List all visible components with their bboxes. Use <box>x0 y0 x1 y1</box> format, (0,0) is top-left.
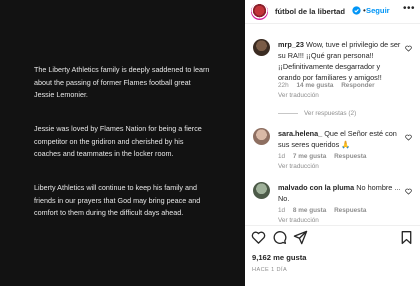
actions-divider <box>245 225 420 226</box>
comment-likes[interactable]: 7 me gusta <box>293 153 326 160</box>
comment-likes[interactable]: 8 me gusta <box>293 207 326 214</box>
comment-likes[interactable]: 14 me gusta <box>296 82 333 89</box>
verified-badge-icon <box>352 6 361 15</box>
like-comment-icon[interactable] <box>405 45 412 52</box>
likes-count[interactable]: 9,162 me gusta <box>252 253 306 262</box>
posted-time[interactable]: HACE 1 DÍA <box>252 267 287 273</box>
heart-icon[interactable] <box>251 230 266 245</box>
like-comment-icon[interactable] <box>405 188 412 195</box>
share-icon[interactable] <box>293 230 308 245</box>
comment-meta: 1d 8 me gusta Respuesta <box>278 207 372 214</box>
commenter-avatar[interactable] <box>253 39 270 56</box>
reply-button[interactable]: Respuesta <box>334 207 366 214</box>
post-paragraph-1: The Liberty Athletics family is deeply s… <box>34 65 210 100</box>
view-replies-label[interactable]: Ver respuestas (2) <box>304 110 356 117</box>
follow-button[interactable]: Seguir <box>366 6 390 15</box>
see-translation-link[interactable]: Ver traducción <box>278 92 319 99</box>
comment-username[interactable]: mrp_23 <box>278 40 304 49</box>
post-image: The Liberty Athletics family is deeply s… <box>0 0 245 286</box>
account-name[interactable]: fútbol de la libertad <box>275 7 345 16</box>
comment-time[interactable]: 1d <box>278 153 285 160</box>
comments-panel: fútbol de la libertad • Seguir ••• mrp_2… <box>245 0 420 286</box>
bookmark-icon[interactable] <box>399 230 414 245</box>
comment-body: mrp_23 Wow, tuve el privilegio de ser su… <box>278 39 403 83</box>
see-translation-link[interactable]: Ver traducción <box>278 217 319 224</box>
like-comment-icon[interactable] <box>405 134 412 141</box>
comment-time[interactable]: 22h <box>278 82 289 89</box>
post-paragraph-3: Liberty Athletics will continue to keep … <box>34 183 201 218</box>
commenter-avatar[interactable] <box>253 128 270 145</box>
more-options-icon[interactable]: ••• <box>403 3 415 14</box>
reply-button[interactable]: Respuesta <box>334 153 366 160</box>
replies-divider-line <box>278 112 298 114</box>
reply-button[interactable]: Responder <box>341 82 374 89</box>
comment-icon[interactable] <box>272 230 287 245</box>
post-paragraph-2: Jessie was loved by Flames Nation for be… <box>34 124 202 159</box>
action-bar <box>245 230 420 248</box>
comment-time[interactable]: 1d <box>278 207 285 214</box>
see-translation-link[interactable]: Ver traducción <box>278 163 319 170</box>
comment-username[interactable]: malvado con la pluma <box>278 183 354 192</box>
comment-body: malvado con la pluma No hombre ... No. <box>278 182 403 204</box>
comment-body: sara.helena_ Que el Señor esté con sus s… <box>278 128 403 150</box>
comment-meta: 1d 7 me gusta Respuesta <box>278 153 372 160</box>
comment-username[interactable]: sara.helena_ <box>278 129 322 138</box>
post-header: fútbol de la libertad • Seguir ••• <box>245 0 420 24</box>
comment-meta: 22h 14 me gusta Responder <box>278 82 381 89</box>
account-avatar[interactable] <box>251 3 268 20</box>
commenter-avatar[interactable] <box>253 182 270 199</box>
view-replies-button[interactable]: Ver respuestas (2) <box>278 110 356 117</box>
